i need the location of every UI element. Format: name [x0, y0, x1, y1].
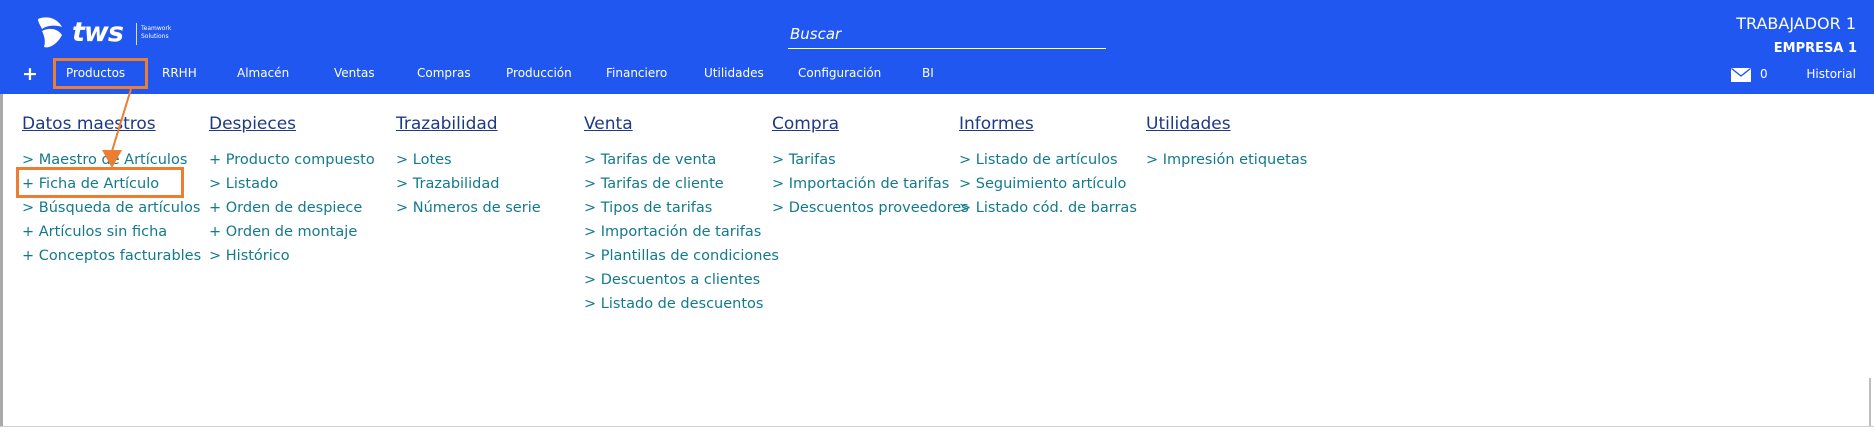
search-input[interactable] — [788, 22, 1110, 46]
menu-item-producto-compuesto[interactable]: + Producto compuesto — [209, 148, 375, 172]
menu-column-despieces: Despieces + Producto compuesto > Listado… — [209, 114, 375, 268]
menu-item-importacion-de-tarifas[interactable]: > Importación de tarifas — [584, 220, 779, 244]
page-bottom-border — [0, 426, 1874, 427]
nav-item-almacen[interactable]: Almacén — [237, 66, 289, 80]
menu-item-orden-de-despiece[interactable]: + Orden de despiece — [209, 196, 375, 220]
mail-count: 0 — [1760, 67, 1768, 81]
menu-item-tarifas[interactable]: > Tarifas — [772, 148, 969, 172]
menu-column-compra: Compra > Tarifas > Importación de tarifa… — [772, 114, 969, 220]
tws-logo[interactable]: tws Teamwork Solutions — [34, 13, 174, 55]
menu-heading-trazabilidad[interactable]: Trazabilidad — [396, 114, 541, 134]
menu-item-plantillas-de-condiciones[interactable]: > Plantillas de condiciones — [584, 244, 779, 268]
app-window: tws Teamwork Solutions TRABAJADOR 1 EMPR… — [0, 0, 1874, 439]
menu-item-numeros-de-serie[interactable]: > Números de serie — [396, 196, 541, 220]
nav-item-configuracion[interactable]: Configuración — [798, 66, 881, 80]
menu-column-datos-maestros: Datos maestros > Maestro de Artículos + … — [22, 114, 201, 268]
menu-panel: Datos maestros > Maestro de Artículos + … — [0, 94, 1874, 426]
company-name[interactable]: EMPRESA 1 — [1774, 41, 1857, 56]
menu-item-descuentos-proveedores[interactable]: > Descuentos proveedores — [772, 196, 969, 220]
menu-item-orden-de-montaje[interactable]: + Orden de montaje — [209, 220, 375, 244]
butterfly-logo-icon — [38, 17, 62, 48]
menu-item-tarifas-de-venta[interactable]: > Tarifas de venta — [584, 148, 779, 172]
add-menu-button[interactable]: + — [22, 63, 38, 85]
search-box — [788, 22, 1110, 49]
logo-wordmark: tws — [72, 17, 124, 48]
menu-item-busqueda-de-articulos[interactable]: > Búsqueda de artículos — [22, 196, 201, 220]
nav-item-produccion[interactable]: Producción — [506, 66, 572, 80]
menu-heading-despieces[interactable]: Despieces — [209, 114, 375, 134]
logo-separator — [136, 23, 137, 45]
nav-item-utilidades[interactable]: Utilidades — [704, 66, 764, 80]
nav-item-bi[interactable]: BI — [922, 66, 934, 80]
menu-item-trazabilidad[interactable]: > Trazabilidad — [396, 172, 541, 196]
menu-item-tarifas-de-cliente[interactable]: > Tarifas de cliente — [584, 172, 779, 196]
nav-item-rrhh[interactable]: RRHH — [162, 66, 197, 80]
menu-item-maestro-de-articulos[interactable]: > Maestro de Artículos — [22, 148, 201, 172]
nav-item-compras[interactable]: Compras — [417, 66, 471, 80]
nav-item-productos[interactable]: Productos — [66, 66, 125, 80]
nav-item-financiero[interactable]: Financiero — [606, 66, 667, 80]
logo-tagline: Teamwork Solutions — [141, 25, 172, 40]
menu-column-utilidades: Utilidades > Impresión etiquetas — [1146, 114, 1307, 172]
menu-item-articulos-sin-ficha[interactable]: + Artículos sin ficha — [22, 220, 201, 244]
menu-item-tipos-de-tarifas[interactable]: > Tipos de tarifas — [584, 196, 779, 220]
page-right-border — [1869, 378, 1871, 426]
menu-item-ficha-de-articulo[interactable]: + Ficha de Artículo — [22, 172, 201, 196]
user-name[interactable]: TRABAJADOR 1 — [1736, 14, 1856, 33]
menu-item-conceptos-facturables[interactable]: + Conceptos facturables — [22, 244, 201, 268]
menu-item-listado-de-articulos[interactable]: > Listado de artículos — [959, 148, 1137, 172]
menu-column-venta: Venta > Tarifas de venta > Tarifas de cl… — [584, 114, 779, 316]
menu-item-importacion-de-tarifas-compra[interactable]: > Importación de tarifas — [772, 172, 969, 196]
menu-item-historico[interactable]: > Histórico — [209, 244, 375, 268]
menu-column-informes: Informes > Listado de artículos > Seguim… — [959, 114, 1137, 220]
envelope-icon[interactable] — [1731, 68, 1751, 82]
menu-item-listado-cod-de-barras[interactable]: > Listado cód. de barras — [959, 196, 1137, 220]
menu-heading-datos-maestros[interactable]: Datos maestros — [22, 114, 201, 134]
menu-item-listado-de-descuentos[interactable]: > Listado de descuentos — [584, 292, 779, 316]
menu-item-impresion-etiquetas[interactable]: > Impresión etiquetas — [1146, 148, 1307, 172]
menu-item-seguimiento-articulo[interactable]: > Seguimiento artículo — [959, 172, 1137, 196]
menu-heading-informes[interactable]: Informes — [959, 114, 1137, 134]
menu-column-trazabilidad: Trazabilidad > Lotes > Trazabilidad > Nú… — [396, 114, 541, 220]
menu-item-lotes[interactable]: > Lotes — [396, 148, 541, 172]
history-link[interactable]: Historial — [1806, 67, 1856, 81]
nav-item-ventas[interactable]: Ventas — [334, 66, 375, 80]
menu-heading-utilidades[interactable]: Utilidades — [1146, 114, 1307, 134]
menu-heading-compra[interactable]: Compra — [772, 114, 969, 134]
menu-item-descuentos-a-clientes[interactable]: > Descuentos a clientes — [584, 268, 779, 292]
top-navigation-bar: tws Teamwork Solutions TRABAJADOR 1 EMPR… — [0, 0, 1874, 94]
menu-heading-venta[interactable]: Venta — [584, 114, 779, 134]
menu-item-listado[interactable]: > Listado — [209, 172, 375, 196]
